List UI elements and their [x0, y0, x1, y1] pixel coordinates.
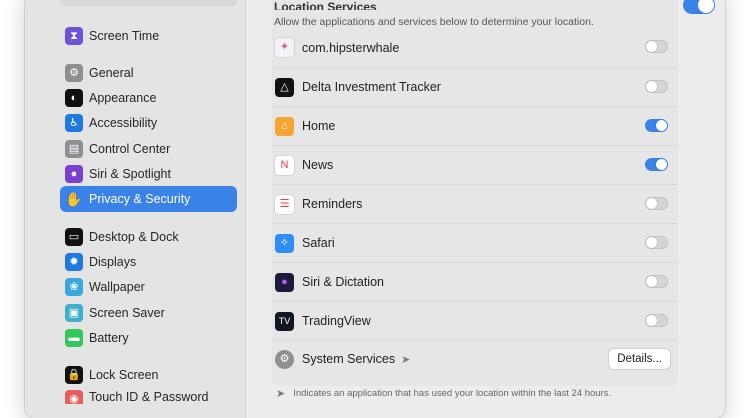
- sidebar-item-screen-saver[interactable]: ▣ Screen Saver: [60, 300, 237, 326]
- lock-screen-icon: 🔒: [65, 366, 83, 384]
- sidebar-item-partial[interactable]: [60, 0, 238, 6]
- sidebar-item-wallpaper[interactable]: ❀ Wallpaper: [60, 274, 237, 300]
- displays-icon: ✹: [65, 253, 83, 271]
- location-services-title: Location Services: [274, 0, 377, 10]
- sidebar-item-label: Siri & Spotlight: [89, 167, 171, 181]
- app-row-reminders: ☰ Reminders: [272, 184, 678, 223]
- app-label: Siri & Dictation: [302, 275, 384, 289]
- sidebar-item-label: Accessibility: [89, 116, 158, 130]
- app-label: Safari: [302, 236, 335, 250]
- app-row-tradingview: TV TradingView: [272, 301, 678, 340]
- sidebar-item-lock-screen[interactable]: 🔒 Lock Screen: [60, 362, 237, 388]
- sidebar-item-label: Screen Time: [89, 29, 160, 43]
- toggle-knob: [646, 237, 657, 248]
- sidebar-item-privacy-security[interactable]: ✋ Privacy & Security: [60, 186, 237, 212]
- sidebar-item-battery[interactable]: ▬ Battery: [60, 325, 237, 351]
- sidebar-item-label: Screen Saver: [89, 306, 165, 320]
- sidebar-item-label: Lock Screen: [89, 368, 159, 382]
- delta-investment-tracker-toggle[interactable]: [645, 80, 668, 93]
- details-button[interactable]: Details...: [609, 349, 670, 369]
- general-icon: ⚙: [65, 64, 83, 82]
- footnote: ➤ Indicates an application that has used…: [276, 387, 611, 400]
- news-toggle[interactable]: [645, 158, 668, 171]
- location-services-toggle[interactable]: [683, 0, 715, 14]
- location-services-description: Allow the applications and services belo…: [274, 16, 594, 28]
- app-row-delta-investment-tracker: △ Delta Investment Tracker: [272, 67, 678, 106]
- siri-dictation-icon: ●: [275, 272, 294, 292]
- home-icon: ⌂: [275, 116, 294, 136]
- com-hipsterwhale-toggle[interactable]: [645, 40, 668, 53]
- appearance-icon: ◐: [65, 89, 83, 107]
- location-arrow-icon: ➤: [401, 353, 411, 366]
- toggle-knob: [646, 81, 657, 92]
- sidebar-item-screen-time[interactable]: ⧗ Screen Time: [60, 23, 237, 49]
- desktop-dock-icon: ▭: [65, 228, 83, 246]
- screen-time-icon: ⧗: [65, 27, 83, 45]
- sidebar-item-touch-id-password[interactable]: ◉ Touch ID & Password: [60, 388, 237, 404]
- app-label: News: [302, 158, 334, 172]
- gear-icon: ⚙: [275, 349, 294, 369]
- siri-spotlight-icon: ●: [65, 165, 83, 183]
- location-arrow-icon: ➤: [276, 388, 286, 400]
- sidebar-item-siri-spotlight[interactable]: ● Siri & Spotlight: [60, 161, 237, 187]
- app-label: Home: [302, 119, 336, 133]
- app-row-com-hipsterwhale: ✦ com.hipsterwhale: [272, 28, 678, 67]
- screen-saver-icon: ▣: [65, 304, 83, 322]
- system-services-row: ⚙ System Services ➤ Details...: [272, 339, 678, 378]
- control-center-icon: ▤: [65, 140, 83, 158]
- toggle-knob: [646, 276, 657, 287]
- sidebar-item-displays[interactable]: ✹ Displays: [60, 249, 237, 275]
- privacy-security-icon: ✋: [65, 191, 83, 207]
- app-label: TradingView: [302, 314, 371, 328]
- home-toggle[interactable]: [645, 119, 668, 132]
- reminders-toggle[interactable]: [645, 197, 668, 210]
- accessibility-icon: ♿: [65, 114, 83, 132]
- app-row-home: ⌂ Home: [272, 106, 678, 145]
- sidebar-item-label: Desktop & Dock: [89, 230, 179, 244]
- sidebar-item-appearance[interactable]: ◐ Appearance: [60, 85, 237, 111]
- sidebar-item-desktop-dock[interactable]: ▭ Desktop & Dock: [60, 224, 237, 250]
- sidebar-item-label: Battery: [89, 331, 129, 345]
- sidebar-item-control-center[interactable]: ▤ Control Center: [60, 136, 237, 162]
- sidebar-item-label: Wallpaper: [89, 280, 145, 294]
- location-services-pane: Location Services Allow the applications…: [246, 0, 725, 418]
- safari-toggle[interactable]: [645, 236, 668, 249]
- sidebar-item-general[interactable]: ⚙ General: [60, 60, 237, 86]
- tradingview-icon: TV: [275, 311, 294, 331]
- sidebar-item-label: Appearance: [89, 91, 157, 105]
- system-services-label: System Services: [302, 352, 396, 366]
- toggle-knob: [656, 120, 667, 131]
- sidebar-item-accessibility[interactable]: ♿ Accessibility: [60, 110, 237, 136]
- wallpaper-icon: ❀: [65, 278, 83, 296]
- battery-icon: ▬: [65, 329, 83, 347]
- safari-icon: ✧: [275, 233, 294, 253]
- delta-investment-tracker-icon: △: [275, 77, 294, 97]
- sidebar-item-label: Touch ID & Password: [89, 390, 209, 404]
- app-row-safari: ✧ Safari: [272, 223, 678, 262]
- sidebar-item-label: General: [89, 66, 134, 80]
- sidebar-item-label: Privacy & Security: [89, 192, 191, 206]
- app-row-news: N News: [272, 145, 678, 184]
- sidebar-item-label: Control Center: [89, 142, 171, 156]
- sidebar: ⧗ Screen Time ⚙ General ◐ Appearance ♿ Accessib…: [25, 0, 246, 418]
- settings-window: ⧗ Screen Time ⚙ General ◐ Appearance ♿ Accessib…: [25, 0, 725, 418]
- toggle-knob: [646, 198, 657, 209]
- app-label: com.hipsterwhale: [302, 40, 400, 55]
- app-row-siri-dictation: ● Siri & Dictation: [272, 262, 678, 301]
- toggle-knob: [698, 0, 714, 13]
- reminders-icon: ☰: [275, 194, 294, 214]
- com-hipsterwhale-icon: ✦: [275, 38, 294, 57]
- footnote-text: Indicates an application that has used y…: [293, 388, 612, 399]
- app-label: Reminders: [302, 197, 363, 211]
- news-icon: N: [275, 155, 294, 175]
- app-label: Delta Investment Tracker: [302, 80, 441, 94]
- tradingview-toggle[interactable]: [645, 314, 668, 327]
- touch-id-password-icon: ◉: [65, 390, 83, 404]
- toggle-knob: [656, 159, 667, 170]
- toggle-knob: [646, 41, 657, 52]
- toggle-knob: [646, 315, 657, 326]
- sidebar-item-label: Displays: [89, 255, 137, 269]
- siri-dictation-toggle[interactable]: [645, 275, 668, 288]
